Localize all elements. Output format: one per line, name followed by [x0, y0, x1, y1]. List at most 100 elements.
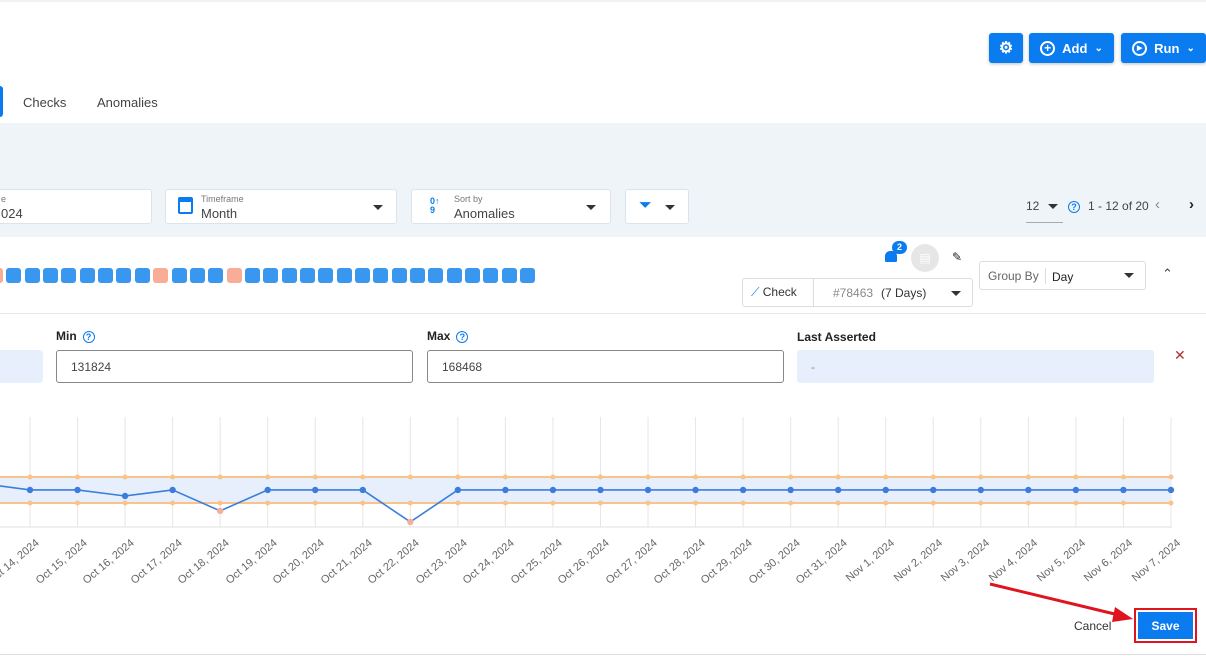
- next-page-icon[interactable]: ›: [1189, 196, 1194, 213]
- add-button[interactable]: + Add ⌄: [1029, 33, 1114, 63]
- status-square-ok[interactable]: [373, 268, 389, 283]
- sort-label: Sort by: [454, 194, 483, 204]
- tab-anomalies[interactable]: Anomalies: [97, 95, 158, 110]
- max-point: [978, 474, 984, 480]
- min-point: [645, 500, 651, 506]
- partial-field: [0, 350, 43, 383]
- max-point: [265, 474, 271, 480]
- status-square-ok[interactable]: [171, 268, 187, 283]
- status-square-ok[interactable]: [355, 268, 370, 283]
- status-square-ok[interactable]: [263, 268, 279, 283]
- max-label: Max: [427, 329, 451, 343]
- max-point: [502, 474, 508, 480]
- min-point: [170, 500, 176, 506]
- status-square-ok[interactable]: [134, 268, 150, 283]
- status-square-ok[interactable]: [336, 268, 352, 283]
- timeframe-value: Month: [201, 206, 238, 221]
- data-point: [359, 486, 366, 494]
- caret-down-icon: [1048, 204, 1058, 209]
- help-icon[interactable]: ?: [82, 330, 95, 343]
- status-square-ok[interactable]: [465, 268, 481, 283]
- group-by-select[interactable]: Group By Day: [979, 261, 1146, 290]
- data-point: [1025, 486, 1032, 494]
- min-point: [930, 500, 936, 506]
- top-divider: [0, 0, 1206, 2]
- last-asserted-value: -: [797, 350, 1154, 383]
- data-point: [787, 486, 794, 494]
- status-square-ok[interactable]: [189, 268, 205, 283]
- data-point: [1167, 486, 1175, 494]
- status-square-anomaly[interactable]: [0, 268, 3, 283]
- settings-button[interactable]: ⚙: [989, 33, 1023, 63]
- filter-button[interactable]: ⏷: [625, 189, 689, 224]
- max-point: [740, 474, 746, 480]
- plus-circle-icon: +: [1040, 40, 1056, 56]
- min-input[interactable]: 131824: [56, 350, 413, 383]
- min-point: [597, 500, 603, 506]
- max-point: [550, 474, 556, 480]
- status-square-ok[interactable]: [61, 268, 77, 283]
- status-square-ok[interactable]: [98, 268, 114, 283]
- pointer-arrow: [989, 582, 1133, 622]
- chevron-down-icon: ⌄: [1186, 42, 1195, 54]
- close-icon[interactable]: ✕: [1174, 347, 1186, 364]
- max-point: [597, 474, 603, 480]
- page-size-select[interactable]: 12: [1026, 198, 1063, 223]
- max-point: [122, 474, 128, 480]
- status-square-ok[interactable]: [244, 268, 260, 283]
- status-square-ok[interactable]: [391, 268, 407, 283]
- status-square-ok[interactable]: [6, 268, 22, 283]
- max-input[interactable]: 168468: [427, 350, 784, 383]
- divider: [1045, 268, 1046, 284]
- check-window: (7 Days): [881, 286, 927, 300]
- status-square-ok[interactable]: [24, 268, 40, 283]
- min-point: [550, 500, 556, 506]
- gear-icon: ⚙: [998, 40, 1014, 57]
- status-square-ok[interactable]: [428, 268, 444, 283]
- status-square-ok[interactable]: [208, 268, 224, 283]
- check-select[interactable]: ⟋ Check #78463 (7 Days): [742, 278, 973, 307]
- run-button[interactable]: ▶ Run ⌄: [1121, 33, 1206, 63]
- save-button[interactable]: Save: [1138, 612, 1193, 639]
- check-label: Check: [762, 285, 797, 299]
- status-square-anomaly[interactable]: [226, 268, 242, 283]
- max-point: [1120, 474, 1126, 480]
- timeframe-label: Timeframe: [201, 194, 244, 204]
- sort-select[interactable]: 0↑ 9 Sort by Anomalies: [411, 189, 611, 224]
- status-square-ok[interactable]: [79, 268, 95, 283]
- comment-icon[interactable]: ▤: [911, 244, 939, 272]
- max-point: [788, 474, 794, 480]
- anomaly-point: [216, 507, 224, 515]
- status-square-ok[interactable]: [520, 268, 536, 283]
- status-square-ok[interactable]: [318, 268, 334, 283]
- min-point: [693, 500, 699, 506]
- tab-checks[interactable]: Checks: [23, 95, 66, 110]
- status-square-ok[interactable]: [483, 268, 499, 283]
- max-point: [360, 474, 366, 480]
- min-point: [217, 500, 223, 506]
- status-square-ok[interactable]: [43, 268, 59, 283]
- status-square-ok[interactable]: [299, 268, 315, 283]
- status-square-ok[interactable]: [116, 268, 132, 283]
- help-icon[interactable]: ?: [456, 330, 469, 343]
- data-point: [882, 486, 889, 494]
- data-point: [1072, 486, 1080, 494]
- help-icon[interactable]: ?: [1068, 201, 1080, 213]
- calendar-icon: [178, 197, 193, 214]
- min-point: [1025, 500, 1031, 506]
- prev-page-icon[interactable]: ‹: [1155, 196, 1160, 213]
- active-tab-indicator[interactable]: [0, 86, 3, 117]
- min-point: [1120, 500, 1126, 506]
- page-size-value: 12: [1026, 199, 1040, 213]
- date-field[interactable]: e 024: [0, 189, 152, 224]
- status-square-ok[interactable]: [410, 268, 426, 283]
- status-square-ok[interactable]: [501, 268, 517, 283]
- status-square-ok[interactable]: [281, 268, 297, 283]
- data-point: [692, 486, 699, 494]
- min-point: [27, 500, 33, 506]
- timeframe-select[interactable]: Timeframe Month: [165, 189, 397, 224]
- collapse-chevron-icon[interactable]: ⌃: [1162, 266, 1173, 282]
- status-square-anomaly[interactable]: [153, 268, 169, 283]
- status-square-ok[interactable]: [446, 268, 462, 283]
- edit-icon[interactable]: ✎: [952, 250, 962, 264]
